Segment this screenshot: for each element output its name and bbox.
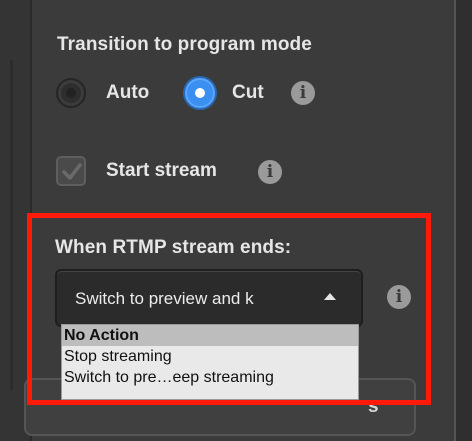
radio-dot [195, 88, 205, 98]
radio-dot [66, 88, 76, 98]
left-panel-divider [10, 60, 13, 390]
checkmark-icon [62, 163, 82, 180]
radio-cut-label[interactable]: Cut [232, 82, 264, 104]
info-icon[interactable]: i [258, 160, 282, 184]
right-panel-edge [454, 0, 472, 441]
transition-heading: Transition to program mode [57, 34, 312, 55]
radio-auto[interactable] [56, 78, 86, 108]
start-stream-label[interactable]: Start stream [106, 160, 217, 182]
settings-panel: Transition to program mode Auto Cut i St… [0, 0, 472, 441]
radio-auto-label[interactable]: Auto [106, 82, 149, 104]
annotation-highlight-box [27, 213, 431, 405]
info-icon[interactable]: i [291, 81, 315, 105]
radio-cut[interactable] [185, 78, 215, 108]
start-stream-checkbox[interactable] [56, 156, 86, 186]
